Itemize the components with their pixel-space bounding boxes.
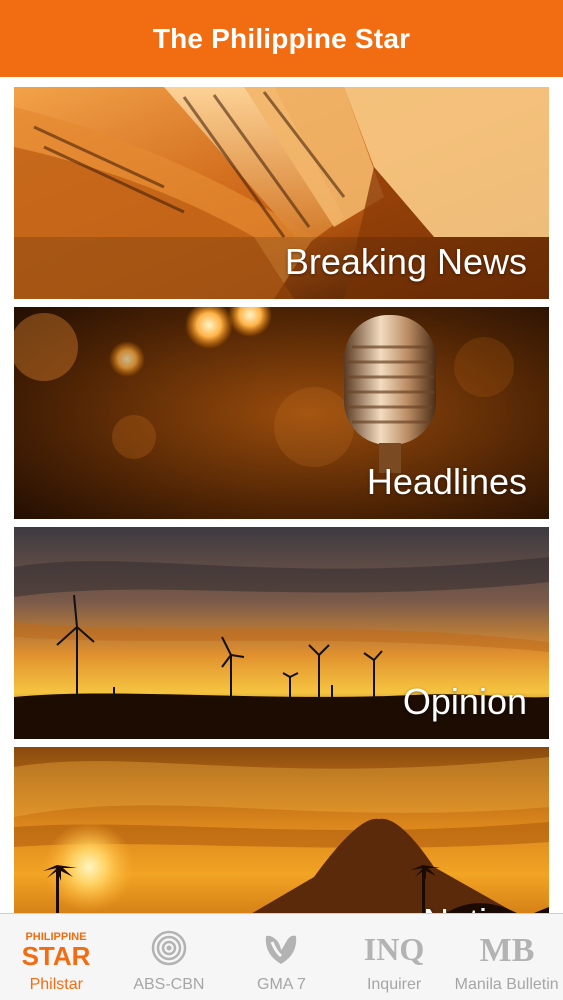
section-label: Headlines — [366, 461, 527, 502]
section-label: Breaking News — [284, 241, 527, 282]
tab-inquirer[interactable]: INQ Inquirer — [338, 914, 451, 1000]
svg-text:STAR: STAR — [22, 941, 91, 968]
abs-cbn-logo-icon — [149, 921, 189, 975]
section-card-nation[interactable]: Nation — [14, 747, 549, 913]
tab-abs-cbn[interactable]: ABS-CBN — [113, 914, 226, 1000]
section-card-headlines[interactable]: Headlines — [14, 307, 549, 519]
section-list[interactable]: Breaking News Headlines Opinion — [0, 77, 563, 913]
navigation-bar: The Philippine Star — [0, 0, 563, 77]
tab-philstar[interactable]: PHILIPPINE STAR Philstar — [0, 914, 113, 1000]
tab-label: GMA 7 — [257, 976, 306, 993]
mb-logo-icon: MB — [475, 921, 539, 975]
tab-manila-bulletin[interactable]: MB Manila Bulletin — [450, 914, 563, 1000]
tab-label: ABS-CBN — [133, 976, 205, 993]
section-label: Nation — [423, 901, 527, 913]
section-card-opinion[interactable]: Opinion — [14, 527, 549, 739]
gma-heart-logo-icon — [260, 921, 302, 975]
svg-text:MB: MB — [479, 932, 534, 968]
tab-label: Philstar — [29, 976, 83, 993]
philstar-logo-icon: PHILIPPINE STAR — [14, 921, 98, 975]
tab-label: Inquirer — [366, 976, 422, 993]
tab-bar: PHILIPPINE STAR Philstar ABS-CBN GMA 7 I… — [0, 913, 563, 1000]
section-card-breaking-news[interactable]: Breaking News — [14, 87, 549, 299]
tab-label: Manila Bulletin — [454, 976, 559, 993]
inq-logo-icon: INQ — [356, 921, 432, 975]
section-label: Opinion — [402, 681, 527, 722]
tab-gma-7[interactable]: GMA 7 — [225, 914, 338, 1000]
volcano-sunset-image — [14, 747, 549, 913]
svg-text:INQ: INQ — [364, 931, 424, 967]
app-title: The Philippine Star — [152, 22, 411, 54]
